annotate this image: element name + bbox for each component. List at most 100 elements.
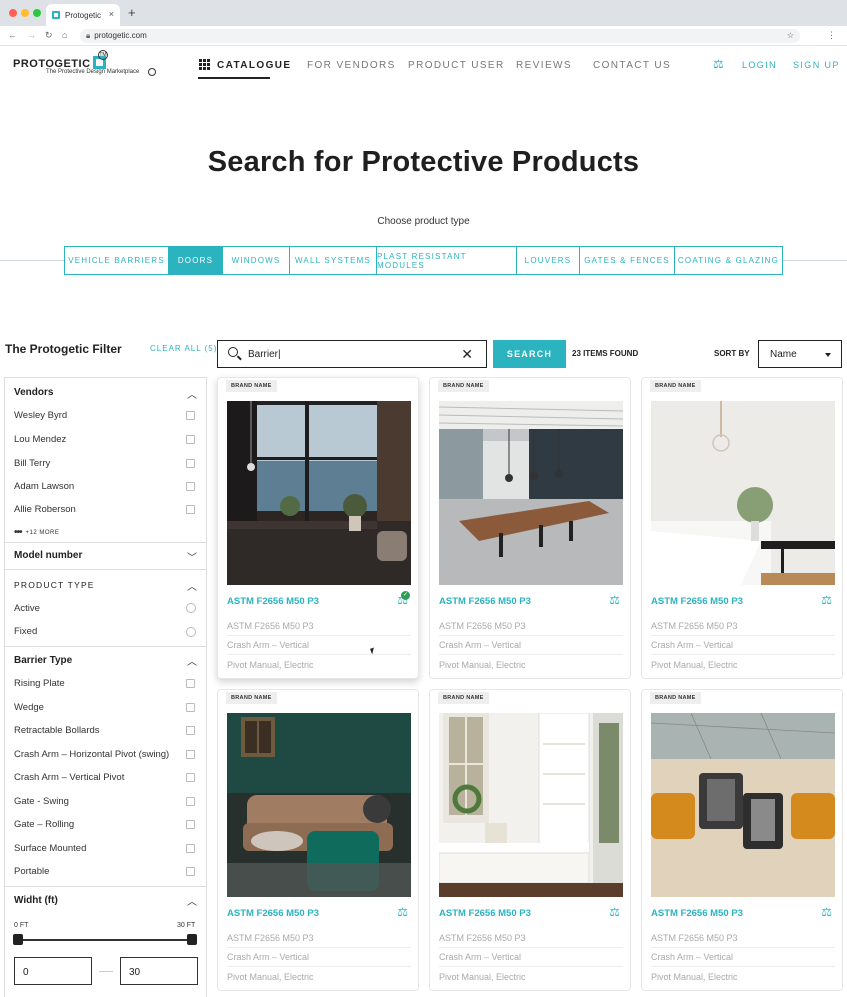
product-type-option[interactable]: Fixed bbox=[14, 626, 37, 637]
barrier-type-option[interactable]: Surface Mounted bbox=[14, 843, 86, 854]
type-wall-systems[interactable]: WALL SYSTEMS bbox=[290, 247, 377, 274]
product-image[interactable] bbox=[651, 401, 835, 585]
product-type-option[interactable]: Active bbox=[14, 603, 40, 614]
nav-product-user[interactable]: PRODUCT USER bbox=[408, 60, 505, 71]
clear-search-icon[interactable]: ✕ bbox=[461, 346, 473, 363]
type-coating-glazing[interactable]: COATING & GLAZING bbox=[675, 247, 782, 274]
vendor-option[interactable]: Adam Lawson bbox=[14, 481, 74, 492]
type-gates-fences[interactable]: GATES & FENCES bbox=[580, 247, 675, 274]
signup-link[interactable]: SIGN UP bbox=[793, 60, 840, 70]
barrier-type-option[interactable]: Portable bbox=[14, 866, 49, 877]
reload-icon[interactable]: ↻ bbox=[45, 30, 53, 41]
product-title[interactable]: ASTM F2656 M50 P3 bbox=[651, 908, 743, 919]
barrier-type-option[interactable]: Gate – Rolling bbox=[14, 819, 74, 830]
product-card[interactable]: BRAND NAME ASTM F2656 M50 P3 ⚖ ASTM F265… bbox=[641, 689, 843, 991]
width-range-slider[interactable] bbox=[13, 934, 197, 945]
product-card[interactable]: BRAND NAME ASTM F2656 M50 P3 ⚖ ASTM F265… bbox=[429, 689, 631, 991]
search-input[interactable]: Barrier| ✕ bbox=[217, 340, 487, 368]
new-tab-button[interactable]: + bbox=[128, 5, 136, 20]
width-max-input[interactable]: 30 bbox=[120, 957, 198, 985]
barrier-type-checkbox[interactable] bbox=[186, 844, 195, 853]
chevron-up-icon[interactable]: ︿ bbox=[187, 893, 197, 908]
chevron-up-icon[interactable]: ︿ bbox=[187, 386, 197, 401]
sort-select[interactable]: Name bbox=[758, 340, 842, 368]
compare-scale-icon[interactable]: ⚖ bbox=[609, 905, 620, 919]
chevron-up-icon[interactable]: ︿ bbox=[187, 653, 197, 668]
barrier-type-option[interactable]: Rising Plate bbox=[14, 678, 65, 689]
product-title[interactable]: ASTM F2656 M50 P3 bbox=[227, 908, 319, 919]
url-input[interactable]: 🔒︎ protogetic.com ☆ bbox=[80, 29, 800, 43]
nav-for-vendors[interactable]: FOR VENDORS bbox=[307, 60, 396, 71]
compare-scale-icon[interactable]: ⚖ bbox=[821, 905, 832, 919]
nav-catalogue[interactable]: CATALOGUE bbox=[217, 60, 291, 71]
vendor-checkbox[interactable] bbox=[186, 482, 195, 491]
product-type-heading[interactable]: PRODUCT TYPE bbox=[14, 580, 95, 590]
product-card[interactable]: BRAND NAME ASTM F2656 M50 P3 ⚖ ASTM F265… bbox=[641, 377, 843, 679]
home-icon[interactable]: ⌂ bbox=[62, 30, 67, 40]
compare-scale-icon[interactable]: ⚖ bbox=[609, 593, 620, 607]
chevron-down-icon[interactable]: ﹀ bbox=[187, 549, 197, 564]
type-plast-resistant-modules[interactable]: PLAST RESISTANT MODULES bbox=[377, 247, 517, 274]
close-window-dot[interactable] bbox=[9, 9, 17, 17]
search-button[interactable]: SEARCH bbox=[493, 340, 566, 368]
vendors-heading[interactable]: Vendors bbox=[14, 387, 53, 398]
barrier-type-checkbox[interactable] bbox=[186, 703, 195, 712]
tab-close-icon[interactable]: × bbox=[109, 9, 114, 19]
barrier-type-checkbox[interactable] bbox=[186, 773, 195, 782]
nav-contact-us[interactable]: CONTACT US bbox=[593, 60, 671, 71]
logo[interactable]: PROTOGETIC TM The Protective Design Mark… bbox=[13, 50, 156, 76]
product-image[interactable] bbox=[439, 401, 623, 585]
product-image[interactable] bbox=[227, 401, 411, 585]
type-windows[interactable]: WINDOWS bbox=[223, 247, 290, 274]
nav-reviews[interactable]: REVIEWS bbox=[516, 60, 572, 71]
vendor-option[interactable]: Lou Mendez bbox=[14, 434, 66, 445]
type-louvers[interactable]: LOUVERS bbox=[517, 247, 580, 274]
product-card[interactable]: BRAND NAME ASTM F2656 M50 P3 ⚖ ASTM F265… bbox=[429, 377, 631, 679]
product-title[interactable]: ASTM F2656 M50 P3 bbox=[439, 596, 531, 607]
product-title[interactable]: ASTM F2656 M50 P3 bbox=[651, 596, 743, 607]
barrier-type-option[interactable]: Wedge bbox=[14, 702, 44, 713]
chevron-up-icon[interactable]: ︿ bbox=[187, 578, 197, 593]
maximize-window-dot[interactable] bbox=[33, 9, 41, 17]
compare-scale-icon[interactable]: ⚖ bbox=[397, 905, 408, 919]
compare-scale-icon[interactable]: ⚖ bbox=[713, 57, 724, 71]
barrier-type-checkbox[interactable] bbox=[186, 820, 195, 829]
product-type-radio[interactable] bbox=[186, 627, 196, 637]
product-image[interactable] bbox=[439, 713, 623, 897]
model-number-heading[interactable]: Model number bbox=[14, 550, 82, 561]
barrier-type-option[interactable]: Retractable Bollards bbox=[14, 725, 100, 736]
login-link[interactable]: LOGIN bbox=[742, 60, 777, 70]
barrier-type-checkbox[interactable] bbox=[186, 679, 195, 688]
slider-max-handle[interactable] bbox=[187, 934, 197, 945]
vendor-checkbox[interactable] bbox=[186, 411, 195, 420]
product-image[interactable] bbox=[651, 713, 835, 897]
barrier-type-option[interactable]: Crash Arm – Horizontal Pivot (swing) bbox=[14, 749, 169, 760]
browser-tab[interactable]: Protogetic × bbox=[46, 4, 120, 26]
vendor-option[interactable]: Bill Terry bbox=[14, 458, 50, 469]
vendor-option[interactable]: Allie Roberson bbox=[14, 504, 76, 515]
barrier-type-option[interactable]: Crash Arm – Vertical Pivot bbox=[14, 772, 124, 783]
vendor-checkbox[interactable] bbox=[186, 435, 195, 444]
vendor-checkbox[interactable] bbox=[186, 505, 195, 514]
type-vehicle-barriers[interactable]: VEHICLE BARRIERS bbox=[65, 247, 169, 274]
barrier-type-checkbox[interactable] bbox=[186, 750, 195, 759]
barrier-type-checkbox[interactable] bbox=[186, 867, 195, 876]
width-min-input[interactable]: 0 bbox=[14, 957, 92, 985]
barrier-type-checkbox[interactable] bbox=[186, 726, 195, 735]
browser-menu-icon[interactable]: ⋮ bbox=[827, 30, 836, 41]
product-title[interactable]: ASTM F2656 M50 P3 bbox=[439, 908, 531, 919]
vendor-checkbox[interactable] bbox=[186, 459, 195, 468]
more-vendors-link[interactable]: ••• +12 MORE bbox=[14, 527, 59, 538]
product-type-radio[interactable] bbox=[186, 603, 196, 613]
bookmark-star-icon[interactable]: ☆ bbox=[787, 29, 794, 43]
product-image[interactable] bbox=[227, 713, 411, 897]
barrier-type-heading[interactable]: Barrier Type bbox=[14, 655, 72, 666]
clear-all-button[interactable]: CLEAR ALL (5) bbox=[150, 344, 217, 353]
type-doors[interactable]: DOORS bbox=[169, 247, 223, 274]
slider-min-handle[interactable] bbox=[13, 934, 23, 945]
forward-icon[interactable]: → bbox=[27, 30, 36, 40]
barrier-type-option[interactable]: Gate - Swing bbox=[14, 796, 69, 807]
product-title[interactable]: ASTM F2656 M50 P3 bbox=[227, 596, 319, 607]
product-card[interactable]: BRAND NAME ASTM F2656 M50 P3 ⚖ ASTM F265… bbox=[217, 689, 419, 991]
barrier-type-checkbox[interactable] bbox=[186, 797, 195, 806]
